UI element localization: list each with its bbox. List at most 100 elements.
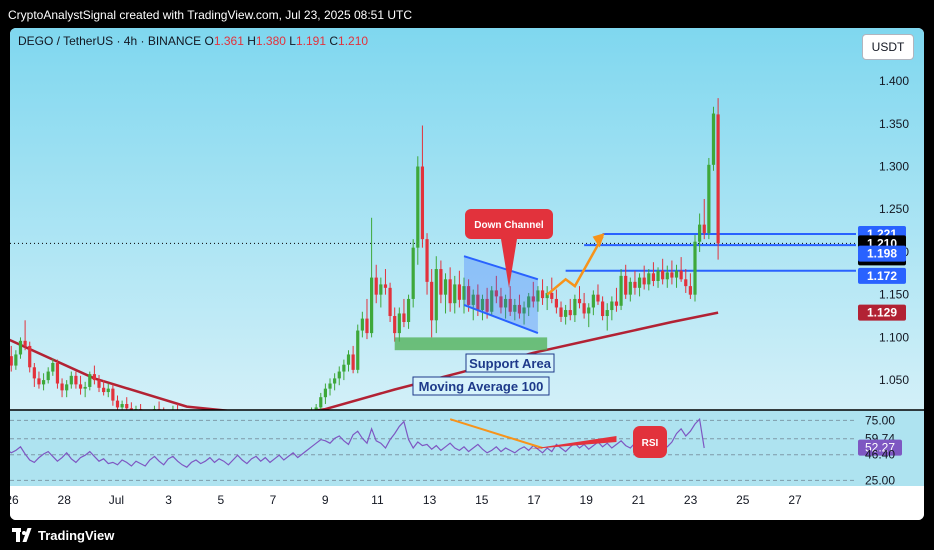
open-value: 1.361 xyxy=(213,34,244,48)
time-tick-label-3: 3 xyxy=(165,493,172,507)
candle-body-85 xyxy=(393,316,397,334)
price-label-4: 1.129 xyxy=(867,306,897,320)
low-value: 1.191 xyxy=(295,34,326,48)
candle-body-123 xyxy=(568,310,572,316)
candle-body-130 xyxy=(601,301,605,317)
candle-body-72 xyxy=(333,378,337,384)
candle-body-98 xyxy=(453,284,457,304)
candle-body-137 xyxy=(633,281,637,288)
chart-container[interactable]: Down Channel Support Area Moving Average 1… xyxy=(10,28,924,520)
candle-body-81 xyxy=(374,277,378,295)
candle-body-84 xyxy=(388,287,392,317)
candle-body-93 xyxy=(430,281,434,321)
candle-body-132 xyxy=(610,301,614,311)
candle-body-124 xyxy=(573,298,577,316)
time-tick-label-11: 19 xyxy=(580,493,594,507)
tradingview-mark-icon xyxy=(12,528,32,542)
candle-body-21 xyxy=(97,380,101,388)
candle-body-92 xyxy=(425,239,429,282)
rsi-label: RSI xyxy=(642,438,659,449)
candle-body-22 xyxy=(102,387,106,393)
candle-body-128 xyxy=(591,294,595,308)
down-channel-label: Down Channel xyxy=(474,220,544,231)
candle-body-131 xyxy=(605,310,609,317)
candle-body-76 xyxy=(351,354,355,370)
candle-body-134 xyxy=(619,275,623,306)
candle-body-69 xyxy=(319,397,323,408)
candle-body-150 xyxy=(693,241,697,295)
candle-body-15 xyxy=(69,375,73,385)
candle-body-13 xyxy=(60,383,64,391)
candle-body-144 xyxy=(665,272,669,280)
support-area-label: Support Area xyxy=(469,356,552,371)
candle-body-153 xyxy=(707,164,711,234)
candle-body-142 xyxy=(656,270,660,281)
candle-body-78 xyxy=(360,318,364,331)
symbol-name[interactable]: DEGO / TetherUS · 4h · BINANCE xyxy=(18,34,201,48)
candle-body-73 xyxy=(337,371,341,379)
candle-body-20 xyxy=(92,374,96,381)
low-label: L xyxy=(289,34,296,48)
candle-body-23 xyxy=(106,388,110,393)
price-label-2: 1.198 xyxy=(867,247,897,261)
high-label: H xyxy=(247,34,256,48)
candle-body-149 xyxy=(688,286,692,295)
candle-body-6 xyxy=(28,345,32,368)
candle-body-90 xyxy=(416,166,420,248)
candle-body-99 xyxy=(457,284,461,300)
candle-body-126 xyxy=(582,303,586,314)
candle-body-12 xyxy=(55,363,60,384)
candle-body-16 xyxy=(74,375,78,385)
candle-body-80 xyxy=(370,277,374,334)
candle-body-127 xyxy=(587,307,591,314)
candle-body-17 xyxy=(78,384,83,389)
candle-body-147 xyxy=(679,270,683,280)
support-area-zone xyxy=(394,337,548,351)
price-tick-label-1: 1.350 xyxy=(879,117,909,131)
candle-body-70 xyxy=(323,388,327,398)
candle-body-77 xyxy=(356,330,360,370)
candle-body-24 xyxy=(111,388,115,401)
price-tick-label-2: 1.300 xyxy=(879,160,909,174)
candle-body-14 xyxy=(65,384,69,391)
time-tick-label-12: 21 xyxy=(632,493,646,507)
tradingview-logo[interactable]: TradingView xyxy=(12,525,114,545)
candle-body-143 xyxy=(661,270,665,280)
candle-body-151 xyxy=(698,224,702,242)
candle-body-4 xyxy=(18,340,23,355)
candle-body-94 xyxy=(434,269,438,321)
candle-body-2 xyxy=(10,356,13,366)
rsi-tick-label-0: 75.00 xyxy=(865,413,895,427)
candle-body-26 xyxy=(120,404,124,408)
time-tick-label-2: Jul xyxy=(109,493,124,507)
rsi-tick-label-3: 46.40 xyxy=(865,448,895,462)
time-tick-label-10: 17 xyxy=(527,493,541,507)
candle-body-122 xyxy=(564,310,568,317)
price-tick-label-6: 1.100 xyxy=(879,330,909,344)
moving-average-label: Moving Average 100 xyxy=(419,379,544,394)
candle-body-79 xyxy=(365,318,369,334)
tradingview-logo-text: TradingView xyxy=(38,527,115,543)
candle-body-125 xyxy=(577,298,582,304)
currency-button[interactable]: USDT xyxy=(862,34,914,60)
time-tick-label-15: 27 xyxy=(788,493,802,507)
candle-body-5 xyxy=(23,340,27,346)
price-tick-label-0: 1.400 xyxy=(879,74,909,88)
candle-body-86 xyxy=(397,313,401,334)
candle-body-97 xyxy=(448,279,452,304)
time-tick-label-1: 28 xyxy=(58,493,72,507)
time-axis-background xyxy=(10,486,924,520)
candle-body-82 xyxy=(379,284,383,295)
candle-body-146 xyxy=(674,270,679,278)
candle-body-136 xyxy=(628,281,632,295)
symbol-legend[interactable]: DEGO / TetherUS · 4h · BINANCE O1.361 H 1… xyxy=(18,34,368,48)
footer: TradingView xyxy=(10,520,924,550)
open-label: O xyxy=(204,34,214,48)
chart-svg[interactable]: Down Channel Support Area Moving Average 1… xyxy=(10,28,924,520)
candle-body-87 xyxy=(402,313,406,323)
candle-body-154 xyxy=(711,113,716,165)
time-tick-label-13: 23 xyxy=(684,493,698,507)
candle-body-18 xyxy=(83,386,87,389)
candle-body-83 xyxy=(383,284,388,288)
candle-body-155 xyxy=(716,114,720,244)
